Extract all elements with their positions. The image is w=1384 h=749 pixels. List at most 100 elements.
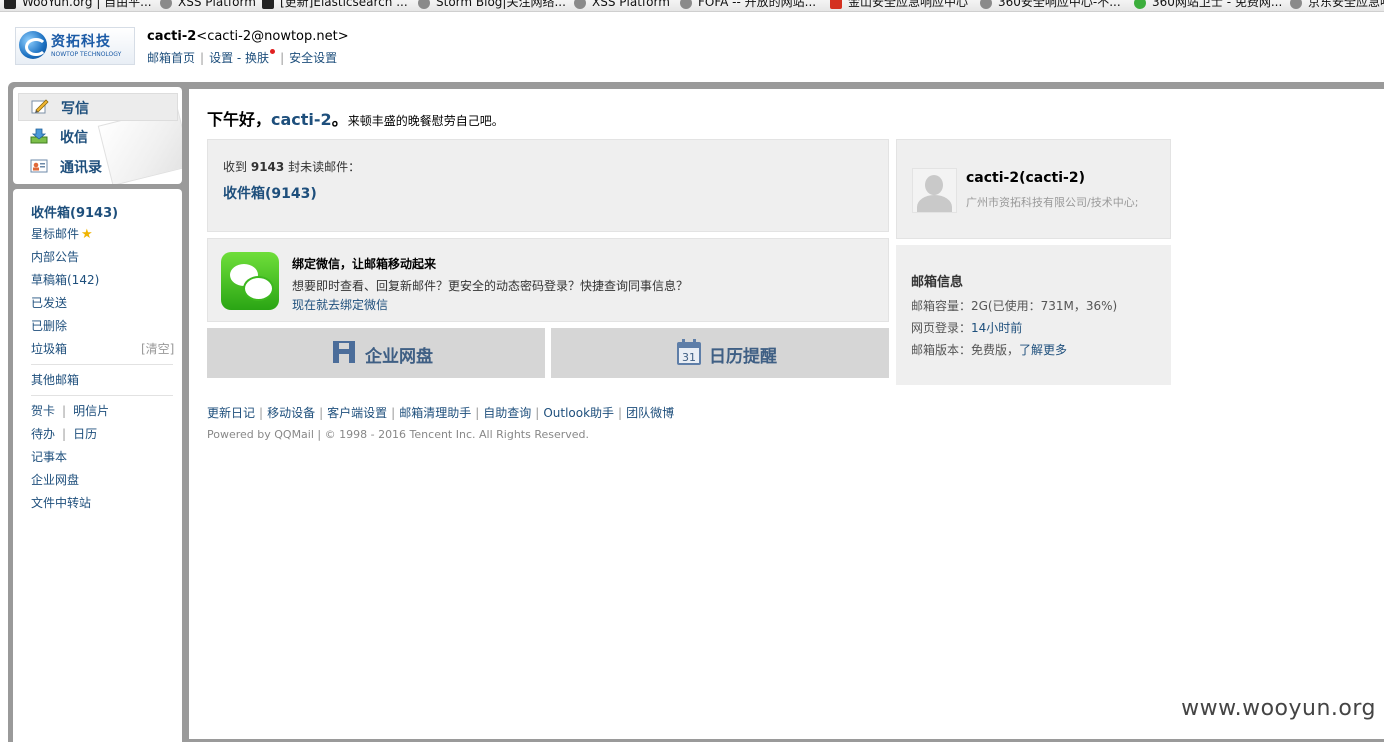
download-inbox-icon bbox=[30, 128, 48, 144]
settings-link[interactable]: 设置 bbox=[209, 51, 233, 65]
footer-link[interactable]: 客户端设置 bbox=[327, 406, 387, 420]
bookmark-item[interactable]: WooYun.org | 自由平... bbox=[4, 0, 152, 10]
folder-starred[interactable]: 星标邮件 ★ bbox=[31, 225, 93, 242]
account-name: cacti-2 bbox=[147, 29, 197, 44]
kingsoft-icon bbox=[830, 0, 842, 9]
postcard-link[interactable]: 明信片 bbox=[73, 404, 109, 418]
bookmark-item[interactable]: 京东安全应急响 bbox=[1290, 0, 1384, 10]
footer-links: 更新日记 | 移动设备 | 客户端设置 | 邮箱清理助手 | 自助查询 | Outlook助手 | 团队… bbox=[207, 406, 675, 420]
greeting-tip: 来顿丰盛的晚餐慰劳自己吧。 bbox=[347, 114, 504, 128]
wechat-bind-card: 绑定微信，让邮箱移动起来 想要即时查看、回复新邮件？更安全的动态密码登录？快捷查… bbox=[207, 238, 889, 322]
write-label: 写信 bbox=[61, 101, 89, 117]
profile-name: cacti-2(cacti-2) bbox=[966, 170, 1085, 186]
footer-link[interactable]: 更新日记 bbox=[207, 406, 255, 420]
greeting-username: cacti-2 bbox=[271, 110, 332, 129]
folder-internal[interactable]: 内部公告 bbox=[31, 248, 79, 265]
unread-count: 9143 bbox=[250, 160, 285, 174]
globe-icon bbox=[980, 0, 992, 9]
greeting-punct: 。 bbox=[331, 110, 348, 129]
top-links: 邮箱首页 | 设置 - 换肤 | 安全设置 bbox=[147, 49, 338, 65]
film-icon bbox=[262, 0, 274, 9]
security-settings-link[interactable]: 安全设置 bbox=[289, 51, 337, 65]
greeting-card-link[interactable]: 贺卡 bbox=[31, 404, 55, 418]
footer-link[interactable]: 移动设备 bbox=[267, 406, 315, 420]
folder-drafts[interactable]: 草稿箱(142) bbox=[31, 271, 99, 288]
calendar-link[interactable]: 日历 bbox=[73, 427, 97, 441]
calendar-reminder-button[interactable]: 31 日历提醒 bbox=[551, 328, 889, 378]
bind-wechat-link[interactable]: 现在就去绑定微信 bbox=[292, 296, 388, 313]
folder-nav-panel: 收件箱(9143) 星标邮件 ★ 内部公告 草稿箱(142) 已发送 已删除 垃圾… bbox=[13, 189, 182, 749]
write-mail-button[interactable]: 写信 bbox=[18, 93, 178, 121]
mailbox-version: 邮箱版本：免费版，了解更多 bbox=[911, 343, 1068, 357]
globe-icon bbox=[574, 0, 586, 9]
avatar[interactable] bbox=[912, 168, 957, 213]
company-logo[interactable]: 资拓科技 NOWTOP TECHNOLOGY bbox=[15, 27, 135, 65]
bookmark-item[interactable]: 金山安全应急响应中心 bbox=[830, 0, 968, 10]
file-transfer-link[interactable]: 文件中转站 bbox=[31, 494, 91, 511]
folder-deleted[interactable]: 已删除 bbox=[31, 317, 67, 334]
unread-summary: 收到 9143 封未读邮件： bbox=[223, 160, 361, 174]
bookmark-item[interactable]: 360安全响应中心-不... bbox=[980, 0, 1121, 10]
bookmark-item[interactable]: 360网站卫士 - 免费网... bbox=[1134, 0, 1282, 10]
globe-icon bbox=[160, 0, 172, 9]
profile-organization: 广州市资拓科技有限公司/技术中心; bbox=[966, 196, 1139, 209]
wechat-icon[interactable] bbox=[221, 252, 279, 310]
mailbox-capacity: 邮箱容量：2G(已使用：731M，36%) bbox=[911, 299, 1118, 313]
globe-icon bbox=[418, 0, 430, 9]
unread-card: 收到 9143 封未读邮件： 收件箱(9143) bbox=[207, 139, 889, 232]
logo-globe-icon bbox=[19, 31, 47, 59]
mailbox-info-title: 邮箱信息 bbox=[911, 275, 964, 290]
watermark: www.wooyun.org bbox=[1181, 696, 1376, 721]
receive-mail-button[interactable]: 收信 bbox=[18, 123, 176, 149]
bookmark-item[interactable]: XSS Platform bbox=[160, 0, 256, 10]
greeting-hello: 下午好， bbox=[207, 110, 272, 129]
other-mailboxes[interactable]: 其他邮箱 bbox=[31, 371, 79, 388]
wechat-description: 想要即时查看、回复新邮件？更安全的动态密码登录？快捷查询同事信息？ bbox=[292, 279, 689, 293]
todo-row: 待办 | 日历 bbox=[31, 427, 98, 441]
folder-spam[interactable]: 垃圾箱 bbox=[31, 340, 67, 357]
clear-spam-link[interactable]: [清空] bbox=[141, 340, 174, 357]
last-login: 网页登录：14小时前 bbox=[911, 321, 1023, 335]
change-skin-link[interactable]: 换肤 bbox=[245, 51, 269, 65]
compose-icon bbox=[31, 99, 49, 114]
copyright: Powered by QQMail | © 1998 - 2016 Tencen… bbox=[207, 428, 590, 441]
folder-inbox[interactable]: 收件箱(9143) bbox=[31, 202, 118, 221]
last-login-time: 14小时前 bbox=[971, 321, 1023, 335]
unread-inbox-link[interactable]: 收件箱(9143) bbox=[223, 183, 317, 203]
logo-text: 资拓科技 bbox=[51, 34, 111, 50]
mail-home-link[interactable]: 邮箱首页 bbox=[147, 51, 195, 65]
inbox-label: 收信 bbox=[60, 130, 88, 146]
account-email: <cacti-2@nowtop.net> bbox=[196, 29, 349, 44]
logo-subtext: NOWTOP TECHNOLOGY bbox=[51, 51, 122, 58]
contacts-label: 通讯录 bbox=[60, 160, 102, 176]
360-shield-icon bbox=[1134, 0, 1146, 9]
footer-link[interactable]: 邮箱清理助手 bbox=[399, 406, 471, 420]
profile-card: cacti-2(cacti-2) 广州市资拓科技有限公司/技术中心; bbox=[896, 139, 1171, 239]
bookmark-item[interactable]: [更新]Elasticsearch ... bbox=[262, 0, 408, 10]
wechat-title: 绑定微信，让邮箱移动起来 bbox=[292, 257, 437, 271]
contacts-card-icon bbox=[30, 159, 48, 173]
calendar-icon: 31 bbox=[677, 339, 701, 365]
folder-sent[interactable]: 已发送 bbox=[31, 294, 67, 311]
notes-link[interactable]: 记事本 bbox=[31, 448, 67, 465]
cards-row: 贺卡 | 明信片 bbox=[31, 404, 110, 418]
mailbox-info-card: 邮箱信息 邮箱容量：2G(已使用：731M，36%) 网页登录：14小时前 邮箱… bbox=[896, 245, 1171, 385]
bookmark-item[interactable]: Storm Blog|关注网络... bbox=[418, 0, 566, 10]
contacts-button[interactable]: 通讯录 bbox=[18, 153, 176, 179]
netdisk-label: 企业网盘 bbox=[365, 347, 433, 367]
divider bbox=[31, 395, 173, 396]
bookmarks-bar: WooYun.org | 自由平... XSS Platform [更新]Ela… bbox=[0, 0, 1384, 12]
bookmark-item[interactable]: XSS Platform bbox=[574, 0, 670, 10]
account-info: cacti-2<cacti-2@nowtop.net> bbox=[147, 29, 349, 44]
todo-link[interactable]: 待办 bbox=[31, 427, 55, 441]
footer-link[interactable]: 自助查询 bbox=[483, 406, 531, 420]
globe-icon bbox=[680, 0, 692, 9]
netdisk-button[interactable]: 企业网盘 bbox=[207, 328, 545, 378]
netdisk-link[interactable]: 企业网盘 bbox=[31, 471, 79, 488]
calendar-label: 日历提醒 bbox=[709, 347, 777, 367]
learn-more-link[interactable]: 了解更多 bbox=[1019, 343, 1067, 357]
footer-link[interactable]: 团队微博 bbox=[626, 406, 674, 420]
divider bbox=[31, 364, 173, 365]
bookmark-item[interactable]: FOFA -- 开放的网站... bbox=[680, 0, 816, 10]
footer-link[interactable]: Outlook助手 bbox=[543, 406, 614, 420]
